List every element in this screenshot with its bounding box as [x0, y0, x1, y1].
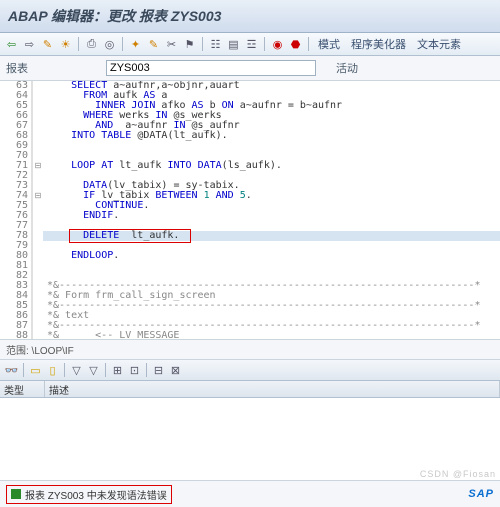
line-gutter: 6364656667686970717273747576777879808182… — [0, 81, 32, 339]
export-icon[interactable]: ⊞ — [110, 363, 125, 378]
hierarchy-icon[interactable]: ☷ — [208, 37, 223, 52]
separator — [23, 363, 24, 377]
where-used-icon[interactable]: ✂ — [164, 37, 179, 52]
window-title: ABAP 编辑器：更改 报表 ZYS003 — [0, 0, 500, 33]
main-toolbar: ⇦ ⇨ ✎ ☀ ⎙ ◎ ✦ ✎ ✂ ⚑ ☷ ▤ ☲ ◉ ⬣ 模式 程序美化器 文… — [0, 33, 500, 56]
report-field-row: 报表 活动 — [0, 56, 500, 81]
status-message: 报表 ZYS003 中未发现语法错误 — [6, 485, 172, 504]
fold-column: ⊟⊟ — [32, 81, 43, 339]
text-elements-link[interactable]: 文本元素 — [413, 36, 465, 52]
messages-toolbar: 👓 ▭ ▯ ▽ ▽ ⊞ ⊡ ⊟ ⊠ — [0, 360, 500, 381]
title-text: ABAP 编辑器：更改 报表 ZYS003 — [8, 6, 221, 26]
status-text: 报表 ZYS003 中未发现语法错误 — [25, 487, 167, 502]
layout-icon[interactable]: ⊡ — [127, 363, 142, 378]
separator — [308, 37, 309, 51]
breakpoint-icon[interactable]: ◉ — [270, 37, 285, 52]
active-inactive-icon[interactable]: ⎙ — [84, 37, 99, 52]
col-type[interactable]: 类型 — [0, 381, 45, 397]
back-icon[interactable]: ⇦ — [4, 37, 19, 52]
report-name-input[interactable] — [106, 60, 316, 76]
separator — [105, 363, 106, 377]
messages-grid-body — [0, 398, 500, 466]
separator — [264, 37, 265, 51]
mode-link[interactable]: 模式 — [314, 36, 344, 52]
enhance-icon[interactable]: ☀ — [58, 37, 73, 52]
sap-logo: SAP — [468, 488, 494, 500]
glasses-icon[interactable]: 👓 — [4, 363, 19, 378]
other-object-icon[interactable]: ✎ — [40, 37, 55, 52]
check-ok-icon — [11, 489, 21, 499]
expand-icon[interactable]: ⊠ — [168, 363, 183, 378]
overview-icon[interactable]: ▤ — [226, 37, 241, 52]
separator — [202, 37, 203, 51]
pretty-printer-link[interactable]: 程序美化器 — [347, 36, 410, 52]
messages-grid-header: 类型 描述 — [0, 381, 500, 398]
highlight-box — [69, 229, 191, 243]
sort-icon[interactable]: ▽ — [86, 363, 101, 378]
display-icon[interactable]: ◎ — [102, 37, 117, 52]
col-desc[interactable]: 描述 — [45, 381, 500, 397]
nav-scope: 范围: \LOOP\IF — [0, 340, 500, 360]
watermark: CSDN @Fiosan — [420, 469, 496, 479]
stack-icon[interactable]: ☲ — [244, 37, 259, 52]
status-bar: 报表 ZYS003 中未发现语法错误 SAP — [0, 480, 500, 507]
separator — [122, 37, 123, 51]
filter-icon[interactable]: ▽ — [69, 363, 84, 378]
separator — [64, 363, 65, 377]
forward-icon[interactable]: ⇨ — [22, 37, 37, 52]
separator — [146, 363, 147, 377]
test-icon[interactable]: ⚑ — [182, 37, 197, 52]
code-editor[interactable]: SELECT a~aufnr,a~objnr,auart FROM aufk A… — [43, 81, 500, 339]
doc2-icon[interactable]: ▯ — [45, 363, 60, 378]
doc-icon[interactable]: ▭ — [28, 363, 43, 378]
check-icon[interactable]: ✎ — [146, 37, 161, 52]
activate-icon[interactable]: ✦ — [128, 37, 143, 52]
code-area: 6364656667686970717273747576777879808182… — [0, 81, 500, 340]
collapse-icon[interactable]: ⊟ — [151, 363, 166, 378]
separator — [78, 37, 79, 51]
scope-text: 范围: \LOOP\IF — [6, 346, 74, 357]
report-status: 活动 — [336, 60, 358, 76]
help-icon[interactable]: ⬣ — [288, 37, 303, 52]
report-label: 报表 — [6, 60, 106, 76]
